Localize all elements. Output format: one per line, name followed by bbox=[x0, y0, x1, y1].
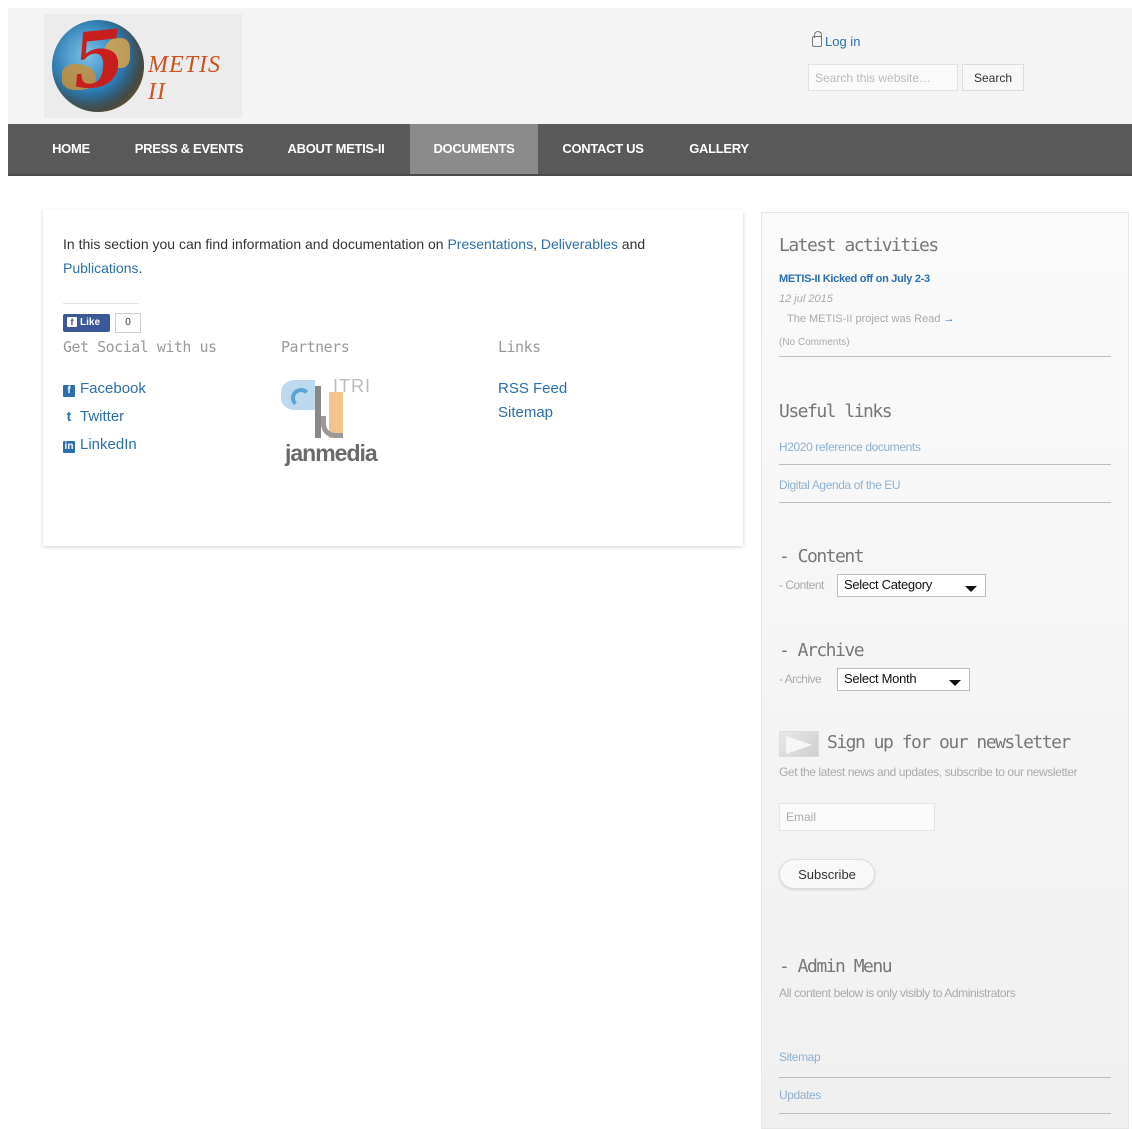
admin-note: All content below is only visibly to Adm… bbox=[779, 986, 1016, 1000]
arrow-right-icon[interactable]: → bbox=[944, 313, 955, 325]
content-panel: In this section you can find information… bbox=[43, 210, 743, 546]
activity-excerpt: The METIS-II project was Read → bbox=[787, 313, 955, 325]
newsletter-heading: Sign up for our newsletter bbox=[827, 732, 1071, 753]
deliverables-link[interactable]: Deliverables bbox=[541, 236, 618, 252]
content-heading: - Content bbox=[779, 546, 865, 567]
divider bbox=[779, 502, 1111, 503]
search-input[interactable] bbox=[808, 64, 958, 91]
latest-activities-heading: Latest activities bbox=[779, 235, 939, 256]
like-label: Like bbox=[80, 317, 101, 328]
activity-comments[interactable]: (No Comments) bbox=[779, 337, 850, 348]
facebook-icon: f bbox=[63, 385, 75, 397]
admin-menu-heading: - Admin Menu bbox=[779, 956, 893, 977]
facebook-like-button[interactable]: f Like bbox=[63, 314, 110, 332]
divider bbox=[779, 1077, 1111, 1078]
nav-contact[interactable]: CONTACT US bbox=[548, 124, 658, 174]
linkedin-label: LinkedIn bbox=[80, 436, 137, 453]
chevron-down-icon bbox=[965, 586, 977, 592]
janmedia-logo[interactable]: janmedia bbox=[285, 440, 378, 467]
archive-select-label: - Archive bbox=[779, 672, 822, 686]
month-select-value: Select Month bbox=[844, 671, 917, 686]
linkedin-icon: in bbox=[63, 441, 75, 453]
site-header: 5 METIS II Log in Search bbox=[8, 8, 1132, 124]
twitter-label: Twitter bbox=[80, 408, 125, 425]
partners-heading: Partners bbox=[281, 338, 350, 356]
nav-documents[interactable]: DOCUMENTS bbox=[410, 124, 538, 174]
digital-agenda-link[interactable]: Digital Agenda of the EU bbox=[779, 478, 901, 492]
divider bbox=[63, 303, 139, 304]
social-heading: Get Social with us bbox=[63, 338, 217, 356]
intro-text: In this section you can find information… bbox=[63, 232, 723, 280]
lock-icon bbox=[812, 31, 822, 47]
divider bbox=[779, 1113, 1111, 1114]
chevron-down-icon bbox=[949, 680, 961, 686]
nav-home[interactable]: HOME bbox=[32, 124, 110, 174]
useful-links-heading: Useful links bbox=[779, 401, 893, 422]
category-select[interactable]: Select Category bbox=[837, 574, 986, 597]
newsletter-description: Get the latest news and updates, subscri… bbox=[779, 765, 1078, 779]
login-link[interactable]: Log in bbox=[812, 31, 861, 49]
sitemap-link[interactable]: Sitemap bbox=[498, 404, 553, 421]
site-logo[interactable]: 5 METIS II bbox=[44, 12, 242, 118]
email-field[interactable] bbox=[779, 803, 935, 831]
sidebar: Latest activities METIS-II Kicked off on… bbox=[761, 212, 1129, 1129]
admin-updates-link[interactable]: Updates bbox=[779, 1088, 821, 1102]
nav-press-events[interactable]: PRESS & EVENTS bbox=[124, 124, 254, 174]
activity-excerpt-text: The METIS-II project was Read bbox=[787, 313, 941, 325]
newsletter-icon bbox=[779, 731, 819, 757]
logo-mark: 5 bbox=[67, 12, 130, 107]
twitter-icon: t bbox=[66, 408, 72, 424]
month-select[interactable]: Select Month bbox=[837, 668, 970, 691]
twitter-link[interactable]: t Twitter bbox=[63, 408, 125, 425]
logo-text: METIS II bbox=[148, 52, 221, 105]
intro-sep: , bbox=[533, 236, 541, 252]
search-button[interactable]: Search bbox=[962, 64, 1024, 91]
intro-mid: and bbox=[617, 236, 646, 252]
archive-heading: - Archive bbox=[779, 640, 865, 661]
intro-end: . bbox=[138, 260, 143, 276]
activity-date: 12 jul 2015 bbox=[779, 293, 833, 305]
facebook-label: Facebook bbox=[80, 380, 146, 397]
publications-link[interactable]: Publications bbox=[63, 260, 139, 276]
facebook-icon: f bbox=[67, 317, 77, 327]
h2020-link[interactable]: H2020 reference documents bbox=[779, 440, 921, 454]
activity-title-link[interactable]: METIS-II Kicked off on July 2-3 bbox=[779, 273, 930, 285]
links-heading: Links bbox=[498, 338, 541, 356]
janmedia-logo-mark bbox=[315, 386, 349, 442]
content-select-label: - Content bbox=[779, 578, 824, 592]
subscribe-button[interactable]: Subscribe bbox=[779, 859, 875, 889]
like-count: 0 bbox=[115, 313, 141, 333]
rss-feed-link[interactable]: RSS Feed bbox=[498, 380, 567, 397]
divider bbox=[779, 356, 1111, 357]
main-nav: HOME PRESS & EVENTS ABOUT METIS-II DOCUM… bbox=[8, 124, 1132, 176]
login-label: Log in bbox=[825, 34, 861, 49]
facebook-link[interactable]: f Facebook bbox=[63, 380, 146, 397]
nav-gallery[interactable]: GALLERY bbox=[674, 124, 764, 174]
divider bbox=[779, 464, 1111, 465]
admin-sitemap-link[interactable]: Sitemap bbox=[779, 1050, 821, 1064]
category-select-value: Select Category bbox=[844, 577, 932, 592]
nav-about[interactable]: ABOUT METIS-II bbox=[274, 124, 398, 174]
linkedin-link[interactable]: in LinkedIn bbox=[63, 436, 137, 453]
intro-prefix: In this section you can find information… bbox=[63, 236, 448, 252]
presentations-link[interactable]: Presentations bbox=[447, 236, 533, 252]
